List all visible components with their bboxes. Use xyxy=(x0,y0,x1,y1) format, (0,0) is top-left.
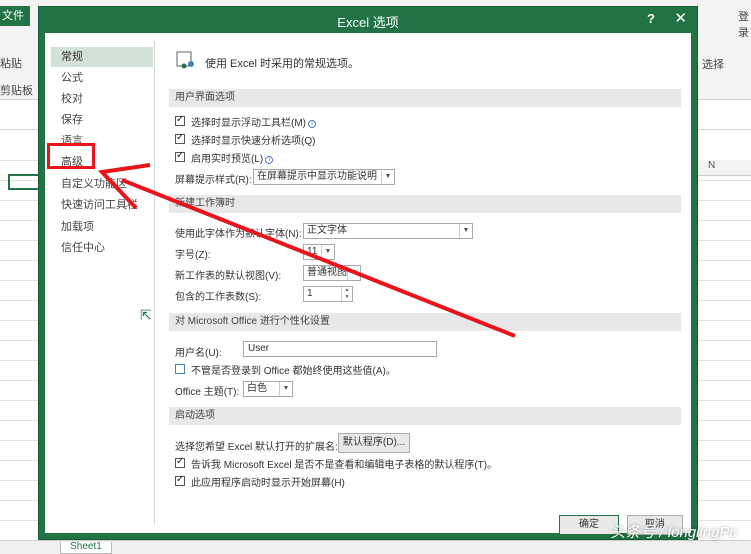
nav-item-quick-access[interactable]: 快速访问工具栏 xyxy=(51,195,153,215)
general-options-icon xyxy=(176,51,194,69)
sheet-count-label: 包含的工作表数(S): xyxy=(175,292,262,303)
sheet-tab[interactable]: Sheet1 xyxy=(60,542,112,554)
username-label: 用户名(U): xyxy=(175,348,222,359)
tooltip-style-label: 屏幕提示样式(R): xyxy=(175,175,252,186)
sheet-tab-bar xyxy=(0,540,751,554)
sheet-grid-right xyxy=(696,160,751,540)
select-label[interactable]: 选择 xyxy=(702,56,724,72)
sheet-grid-left xyxy=(0,160,40,540)
nav-item-general[interactable]: 常规 xyxy=(51,47,153,67)
always-use-label: 不管是否登录到 Office 都始终使用这些值(A)。 xyxy=(191,366,396,377)
annotation-highlight-box xyxy=(47,143,95,169)
title-bar: Excel 选项 ? ✕ xyxy=(39,7,697,33)
office-theme-label: Office 主题(T): xyxy=(175,387,240,398)
tell-default-label: 告诉我 Microsoft Excel 是否不是查看和编辑电子表格的默认程序(T… xyxy=(191,460,498,471)
info-icon: i xyxy=(308,120,316,128)
chevron-down-icon: ▼ xyxy=(347,266,360,280)
selected-cell xyxy=(8,174,40,190)
excel-options-dialog: Excel 选项 ? ✕ 常规 公式 校对 保存 语言 高级 自定义功能区 快速… xyxy=(38,6,698,540)
file-tab[interactable]: 文件 xyxy=(0,6,30,26)
stepper-arrows-icon[interactable]: ▲ ▼ xyxy=(341,287,352,301)
options-nav: 常规 公式 校对 保存 语言 高级 自定义功能区 快速访问工具栏 加载项 信任中… xyxy=(51,41,155,525)
live-preview-checkbox[interactable] xyxy=(175,150,185,162)
chevron-down-icon: ▼ xyxy=(381,170,394,184)
nav-item-addins[interactable]: 加载项 xyxy=(51,217,153,237)
nav-item-proofing[interactable]: 校对 xyxy=(51,89,153,109)
clipboard-group-label: 剪贴板 xyxy=(0,85,33,97)
info-icon: i xyxy=(265,156,274,164)
paste-label[interactable]: 粘贴 xyxy=(0,55,22,71)
mini-toolbar-checkbox[interactable] xyxy=(175,114,185,126)
quick-analysis-checkbox[interactable] xyxy=(175,132,185,144)
office-theme-select[interactable]: 白色 ▼ xyxy=(243,381,293,397)
always-use-checkbox[interactable] xyxy=(175,364,185,374)
section-personalize: 对 Microsoft Office 进行个性化设置 xyxy=(169,313,681,331)
section-startup: 启动选项 xyxy=(169,407,681,425)
default-font-label: 使用此字体作为默认字体(N): xyxy=(175,229,302,240)
show-start-label: 此应用程序启动时显示开始屏幕(H) xyxy=(191,478,345,489)
section-ui-options: 用户界面选项 xyxy=(169,89,681,107)
username-field[interactable]: User xyxy=(243,341,437,357)
watermark-text: 头条号 / longlingPc xyxy=(610,524,737,541)
nav-item-trust-center[interactable]: 信任中心 xyxy=(51,238,153,258)
intro-text: 使用 Excel 时采用的常规选项。 xyxy=(205,58,360,70)
nav-item-customize-ribbon[interactable]: 自定义功能区 xyxy=(51,174,153,194)
chevron-down-icon: ▼ xyxy=(321,245,334,259)
font-size-label: 字号(Z): xyxy=(175,250,211,261)
mini-toolbar-label: 选择时显示浮动工具栏(M) i xyxy=(191,114,316,129)
tell-default-checkbox[interactable] xyxy=(175,456,185,468)
signin-label[interactable]: 登录 xyxy=(738,8,751,40)
extensions-label: 选择您希望 Excel 默认打开的扩展名: xyxy=(175,442,338,453)
font-size-select[interactable]: 11 ▼ xyxy=(303,244,335,260)
chevron-down-icon: ▼ xyxy=(459,224,472,238)
dialog-body: 常规 公式 校对 保存 语言 高级 自定义功能区 快速访问工具栏 加载项 信任中… xyxy=(45,33,691,535)
chevron-down-icon: ▼ xyxy=(279,382,292,396)
dialog-title: Excel 选项 xyxy=(337,15,399,30)
tooltip-style-select[interactable]: 在屏幕提示中显示功能说明 ▼ xyxy=(253,169,395,185)
show-start-checkbox[interactable] xyxy=(175,474,185,486)
close-button[interactable]: ✕ xyxy=(674,9,687,27)
default-view-select[interactable]: 普通视图 ▼ xyxy=(303,265,361,281)
mouse-cursor-icon: ⇱ xyxy=(140,307,152,323)
live-preview-label: 启用实时预览(L) i xyxy=(191,150,274,165)
sheet-count-stepper[interactable]: 1 ▲ ▼ xyxy=(303,286,353,302)
quick-analysis-label: 选择时显示快速分析选项(Q) xyxy=(191,136,316,147)
default-view-label: 新工作表的默认视图(V): xyxy=(175,271,282,282)
column-header-n: N xyxy=(696,160,751,176)
nav-item-formulas[interactable]: 公式 xyxy=(51,68,153,88)
nav-item-save[interactable]: 保存 xyxy=(51,110,153,130)
options-content: 使用 Excel 时采用的常规选项。 用户界面选项 选择时显示浮动工具栏(M)i… xyxy=(163,41,689,535)
default-font-select[interactable]: 正文字体 ▼ xyxy=(303,223,473,239)
default-programs-button[interactable]: 默认程序(D)... xyxy=(338,433,410,453)
help-button[interactable]: ? xyxy=(647,11,655,26)
section-new-workbook: 新建工作簿时 xyxy=(169,195,681,213)
